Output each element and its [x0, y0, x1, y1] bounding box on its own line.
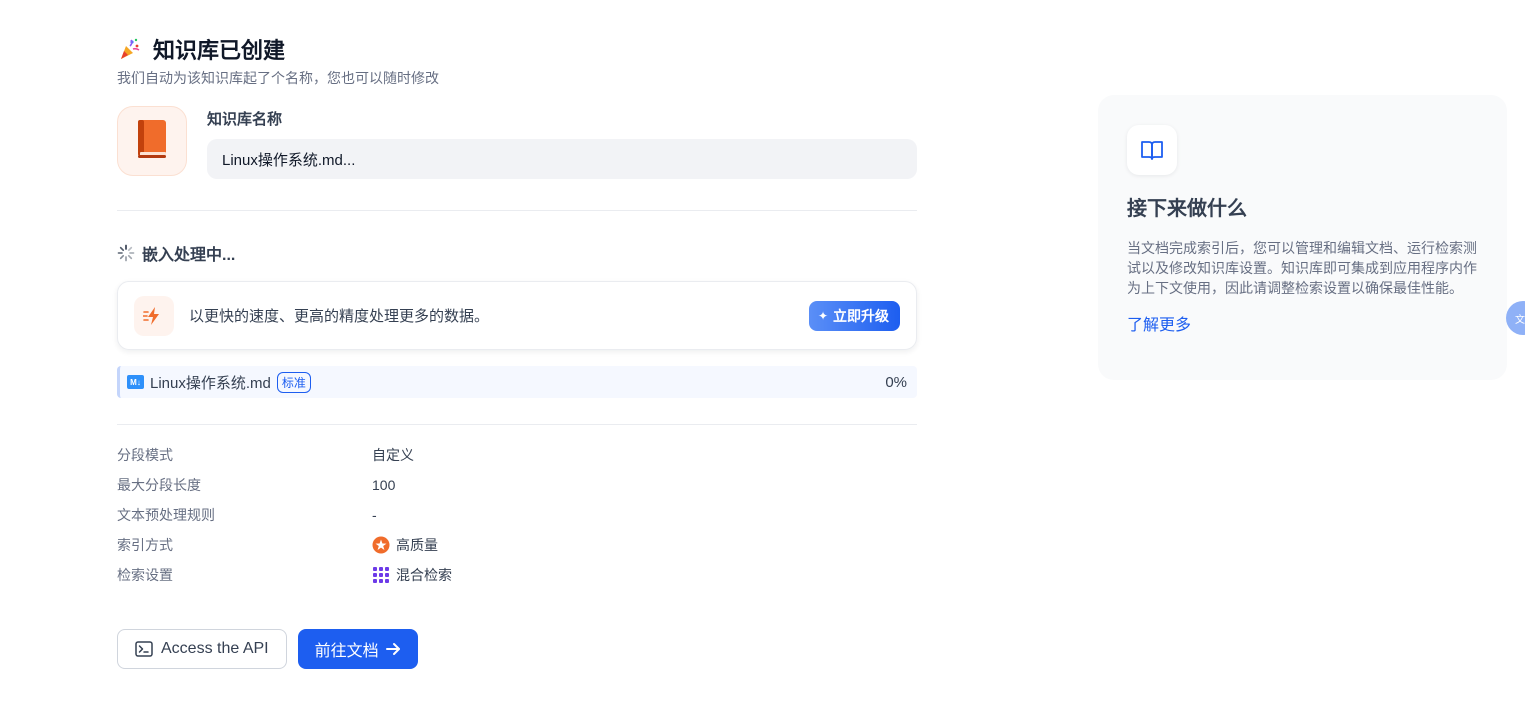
- upgrade-text: 以更快的速度、更高的精度处理更多的数据。: [189, 308, 490, 325]
- section-divider: [117, 210, 917, 211]
- settings-row: 索引方式 高质量: [117, 530, 917, 560]
- knowledge-name-input[interactable]: Linux操作系统.md...: [207, 139, 917, 179]
- translate-float-label: 文: [1515, 314, 1525, 326]
- embedding-title: 嵌入处理中...: [142, 247, 236, 264]
- upgrade-button-label: 立即升级: [833, 308, 889, 324]
- access-api-button[interactable]: Access the API: [117, 629, 287, 669]
- settings-row: 最大分段长度 100: [117, 470, 917, 500]
- settings-summary: 分段模式 自定义 最大分段长度 100 文本预处理规则 - 索引方式 高质量 检…: [117, 440, 917, 590]
- markdown-icon: M↓: [127, 375, 144, 389]
- party-popper-icon: [117, 36, 143, 62]
- terminal-icon: [135, 641, 153, 657]
- file-progress-percent: 0%: [885, 373, 907, 391]
- settings-key: 文本预处理规则: [117, 507, 215, 523]
- settings-key: 检索设置: [117, 567, 173, 583]
- settings-value-text: 100: [372, 477, 396, 493]
- embedding-status-row: 嵌入处理中...: [117, 243, 917, 264]
- translate-float-button[interactable]: 文: [1506, 301, 1525, 335]
- settings-row: 分段模式 自定义: [117, 440, 917, 470]
- settings-key: 分段模式: [117, 447, 173, 463]
- settings-row: 文本预处理规则 -: [117, 500, 917, 530]
- main-content: 知识库已创建 我们自动为该知识库起了个名称，您也可以随时修改 知识库名称 Lin…: [117, 34, 917, 669]
- knowledge-name-fields: 知识库名称 Linux操作系统.md...: [207, 106, 917, 179]
- settings-value: 混合检索: [372, 565, 452, 585]
- settings-value: 自定义: [372, 445, 414, 465]
- arrow-right-icon: [385, 641, 401, 657]
- lightning-icon: [134, 295, 174, 336]
- page-title: 知识库已创建: [153, 38, 286, 63]
- settings-value-text: 高质量: [396, 537, 438, 553]
- settings-value-text: 混合检索: [396, 567, 452, 583]
- settings-value-text: 自定义: [372, 447, 414, 463]
- settings-key: 最大分段长度: [117, 477, 201, 493]
- settings-key: 索引方式: [117, 537, 173, 553]
- knowledge-name-block: 知识库名称 Linux操作系统.md...: [117, 106, 917, 179]
- go-to-documents-label: 前往文档: [314, 643, 379, 660]
- file-name: Linux操作系统.md: [150, 374, 271, 392]
- action-bar: Access the API 前往文档: [117, 629, 917, 669]
- upgrade-button[interactable]: ✦ 立即升级: [808, 301, 900, 331]
- learn-more-link[interactable]: 了解更多: [1127, 311, 1191, 335]
- title-row: 知识库已创建: [117, 34, 917, 64]
- settings-value: 高质量: [372, 535, 438, 555]
- high-quality-icon: [372, 536, 390, 554]
- upgrade-card: 以更快的速度、更高的精度处理更多的数据。 ✦ 立即升级: [117, 281, 917, 350]
- settings-row: 检索设置 混合检索: [117, 560, 917, 590]
- go-to-documents-button[interactable]: 前往文档: [297, 629, 418, 669]
- next-steps-description: 当文档完成索引后，您可以管理和编辑文档、运行检索测试以及修改知识库设置。知识库即…: [1127, 240, 1477, 296]
- next-steps-panel: 接下来做什么 当文档完成索引后，您可以管理和编辑文档、运行检索测试以及修改知识库…: [1098, 95, 1507, 380]
- page-subtitle: 我们自动为该知识库起了个名称，您也可以随时修改: [117, 70, 439, 86]
- open-book-icon: [1127, 125, 1177, 175]
- access-api-label: Access the API: [161, 640, 269, 657]
- file-progress-row: M↓ Linux操作系统.md 标准 0%: [117, 366, 917, 398]
- next-steps-title: 接下来做什么: [1127, 198, 1247, 220]
- section-divider: [117, 424, 917, 425]
- grid-dots-icon: [372, 566, 390, 584]
- knowledge-name-label: 知识库名称: [207, 111, 283, 128]
- book-emoji-icon: [135, 119, 169, 164]
- spinner-icon: [117, 244, 135, 262]
- knowledge-avatar[interactable]: [117, 106, 187, 176]
- status-badge: 标准: [276, 371, 311, 393]
- settings-value: -: [372, 507, 377, 523]
- settings-value: 100: [372, 477, 395, 493]
- settings-value-text: -: [372, 507, 377, 523]
- sparkle-icon: ✦: [817, 309, 828, 323]
